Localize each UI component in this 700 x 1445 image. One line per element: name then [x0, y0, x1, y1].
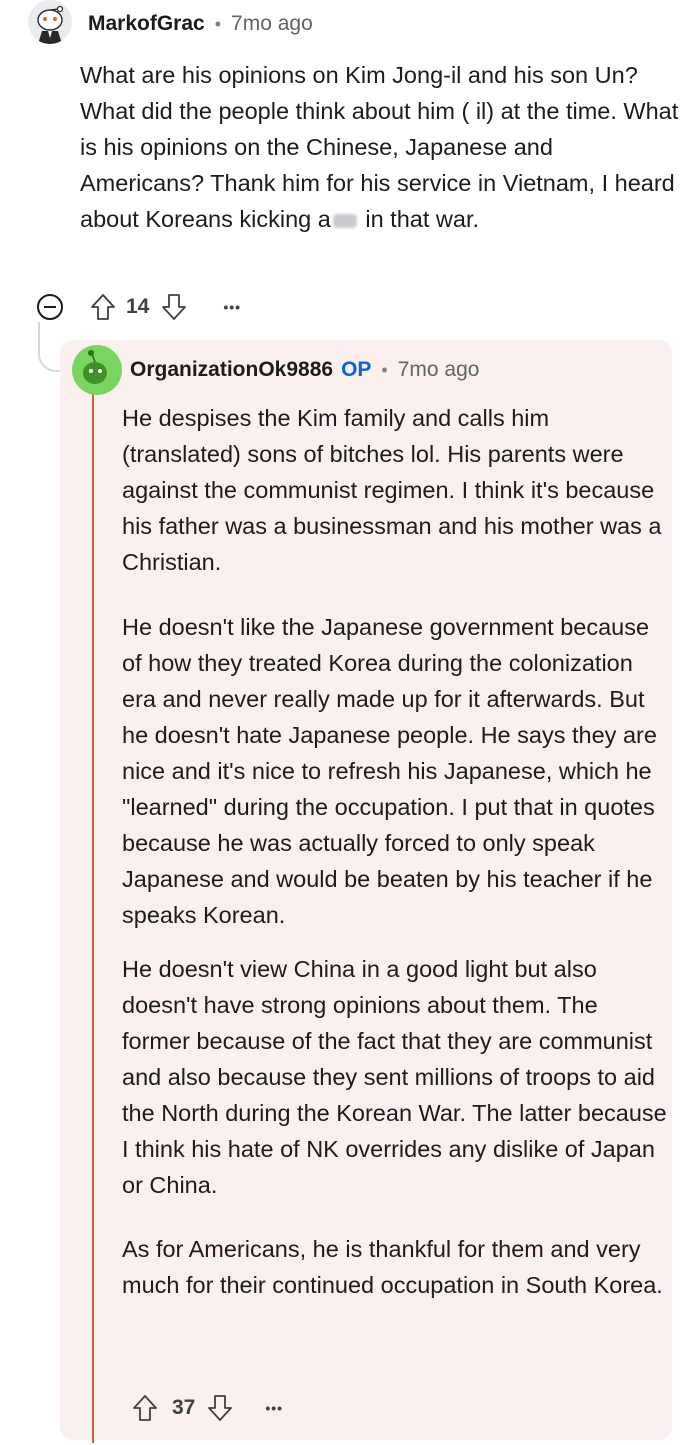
snoo-avatar-icon: [83, 350, 107, 384]
downvote-icon[interactable]: [205, 1393, 235, 1423]
collapse-icon[interactable]: [36, 293, 64, 321]
downvote-icon[interactable]: [159, 292, 189, 322]
separator-dot: •: [214, 13, 222, 34]
reply-paragraph: As for Americans, he is thankful for the…: [122, 1236, 663, 1298]
reply-actions: 37 •••: [130, 1393, 283, 1423]
redacted-word: [332, 213, 357, 228]
reply-paragraph: He doesn't view China in a good light bu…: [122, 956, 667, 1198]
reply-header: OrganizationOk9886 OP • 7mo ago: [130, 358, 479, 382]
username[interactable]: OrganizationOk9886: [130, 358, 333, 382]
upvote-icon[interactable]: [130, 1393, 160, 1423]
timestamp[interactable]: 7mo ago: [231, 12, 313, 36]
vote-count: 14: [126, 295, 150, 318]
snoo-avatar-icon: [37, 5, 64, 44]
username[interactable]: MarkofGrac: [88, 12, 205, 36]
thread-line[interactable]: [92, 393, 94, 1443]
vote-count: 37: [172, 1396, 196, 1419]
reply-paragraph: He despises the Kim family and calls him…: [122, 405, 662, 575]
more-icon[interactable]: •••: [223, 299, 241, 315]
more-icon[interactable]: •••: [265, 1400, 283, 1416]
comment-header: MarkofGrac • 7mo ago: [88, 12, 313, 36]
avatar[interactable]: [28, 0, 72, 44]
comment-actions: 14 •••: [36, 292, 241, 322]
op-avatar[interactable]: [72, 345, 122, 395]
separator-dot: •: [381, 359, 388, 380]
timestamp[interactable]: 7mo ago: [398, 358, 480, 382]
upvote-icon[interactable]: [88, 292, 118, 322]
reply-paragraph: He doesn't like the Japanese government …: [122, 614, 657, 928]
comment-body: What are his opinions on Kim Jong-il and…: [80, 57, 680, 237]
comment-text-end: in that war.: [358, 206, 480, 232]
op-badge: OP: [341, 358, 372, 381]
reply-body: He despises the Kim family and calls him…: [122, 400, 667, 1303]
